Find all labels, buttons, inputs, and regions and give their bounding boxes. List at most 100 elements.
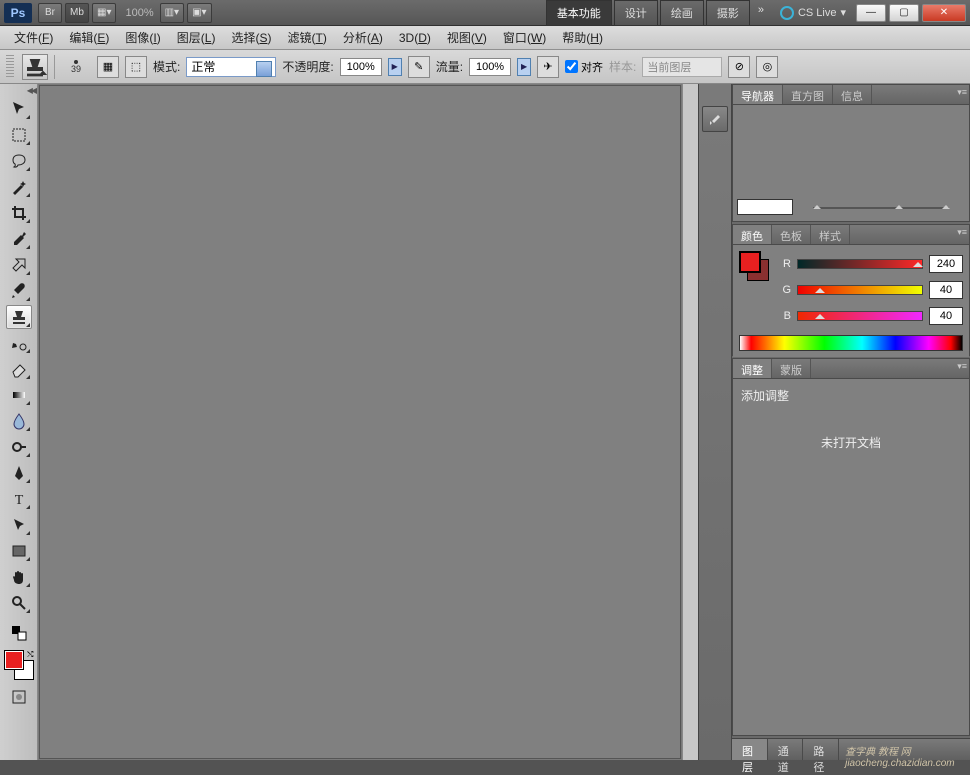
minibridge-button[interactable]: Mb: [65, 3, 89, 23]
tab-info[interactable]: 信息: [833, 85, 872, 104]
dodge-tool[interactable]: [6, 435, 32, 459]
swap-colors-icon[interactable]: ⤭: [27, 650, 33, 660]
navigator-panel-menu[interactable]: ▾≡: [957, 87, 967, 98]
g-slider[interactable]: [797, 285, 923, 295]
hand-tool[interactable]: [6, 565, 32, 589]
close-button[interactable]: ✕: [922, 4, 966, 22]
history-brush-tool[interactable]: [6, 331, 32, 355]
color-spectrum[interactable]: [739, 335, 963, 351]
toggle-clone-panel[interactable]: ⬚: [125, 56, 147, 78]
opacity-pressure-button[interactable]: ✎: [408, 56, 430, 78]
arrange-docs-button[interactable]: ▥▾: [160, 3, 184, 23]
tab-channels[interactable]: 通道: [768, 739, 804, 760]
g-value[interactable]: 40: [929, 281, 963, 299]
history-panel-icon[interactable]: [702, 106, 728, 132]
screen-mode-button[interactable]: ▣▾: [187, 3, 211, 23]
gradient-tool[interactable]: [6, 383, 32, 407]
type-tool[interactable]: T: [6, 487, 32, 511]
tab-adjustments[interactable]: 调整: [733, 359, 772, 378]
tab-swatches[interactable]: 色板: [772, 225, 811, 244]
default-colors[interactable]: [6, 621, 32, 645]
ignore-adjustment-button[interactable]: ⊘: [728, 56, 750, 78]
opacity-input[interactable]: 100%: [340, 58, 382, 76]
menu-analysis[interactable]: 分析(A): [335, 26, 391, 49]
tab-navigator[interactable]: 导航器: [733, 85, 783, 104]
workspace-more[interactable]: »: [752, 0, 770, 26]
airbrush-button[interactable]: ✈: [537, 56, 559, 78]
menu-select[interactable]: 选择(S): [223, 26, 279, 49]
r-value[interactable]: 240: [929, 255, 963, 273]
toggle-brushes-panel[interactable]: ▦: [97, 56, 119, 78]
options-grip[interactable]: [6, 55, 14, 79]
color-panel-menu[interactable]: ▾≡: [957, 227, 967, 238]
workspace-essentials[interactable]: 基本功能: [546, 0, 612, 26]
menu-filter[interactable]: 滤镜(T): [279, 26, 334, 49]
shape-tool[interactable]: [6, 539, 32, 563]
panel-fg-color[interactable]: [739, 251, 761, 273]
aligned-check[interactable]: [565, 60, 578, 73]
brush-preset-picker[interactable]: 39: [61, 54, 91, 80]
menu-view[interactable]: 视图(V): [439, 26, 495, 49]
flow-input[interactable]: 100%: [469, 58, 511, 76]
zoom-in-icon[interactable]: [942, 201, 950, 209]
path-select-tool[interactable]: [6, 513, 32, 537]
canvas[interactable]: [39, 85, 681, 759]
vertical-scrollbar[interactable]: [682, 84, 698, 760]
menu-image[interactable]: 图像(I): [117, 26, 168, 49]
wand-tool[interactable]: [6, 175, 32, 199]
menu-layer[interactable]: 图层(L): [169, 26, 224, 49]
pressure-size-button[interactable]: ◎: [756, 56, 778, 78]
color-swatch-pair[interactable]: [739, 251, 769, 281]
menu-window[interactable]: 窗口(W): [495, 26, 554, 49]
navigator-zoom-slider[interactable]: [813, 205, 949, 211]
zoom-display[interactable]: 100%: [125, 7, 153, 19]
view-extras-button[interactable]: ▦▾: [92, 3, 116, 23]
zoom-out-icon[interactable]: [813, 201, 821, 209]
menu-help[interactable]: 帮助(H): [554, 26, 611, 49]
crop-tool[interactable]: [6, 201, 32, 225]
menu-3d[interactable]: 3D(D): [391, 28, 439, 48]
eyedropper-tool[interactable]: [6, 227, 32, 251]
flow-flyout[interactable]: ▶: [517, 58, 531, 76]
brush-tool[interactable]: [6, 279, 32, 303]
workspace-photography[interactable]: 摄影: [706, 0, 750, 26]
b-slider[interactable]: [797, 311, 923, 321]
bridge-button[interactable]: Br: [38, 3, 62, 23]
menu-edit[interactable]: 编辑(E): [61, 26, 117, 49]
adjustments-panel-menu[interactable]: ▾≡: [957, 361, 967, 372]
aligned-checkbox[interactable]: 对齐: [565, 59, 603, 75]
zoom-tool[interactable]: [6, 591, 32, 615]
minimize-button[interactable]: —: [856, 4, 886, 22]
workspace-design[interactable]: 设计: [614, 0, 658, 26]
maximize-button[interactable]: ▢: [889, 4, 919, 22]
color-swatches[interactable]: ⤭: [4, 650, 34, 680]
tab-histogram[interactable]: 直方图: [783, 85, 833, 104]
cslive-button[interactable]: CS Live ▾: [780, 6, 846, 20]
tab-color[interactable]: 颜色: [733, 225, 772, 244]
r-slider[interactable]: [797, 259, 923, 269]
menu-file[interactable]: 文件(F): [6, 26, 61, 49]
marquee-tool[interactable]: [6, 123, 32, 147]
foreground-color[interactable]: [4, 650, 24, 670]
current-tool-preset[interactable]: [22, 54, 48, 80]
move-tool[interactable]: [6, 97, 32, 121]
navigator-zoom-input[interactable]: [737, 199, 793, 215]
blend-mode-select[interactable]: 正常: [186, 57, 276, 77]
tab-styles[interactable]: 样式: [811, 225, 850, 244]
healing-tool[interactable]: [6, 253, 32, 277]
opacity-flyout[interactable]: ▶: [388, 58, 402, 76]
eraser-tool[interactable]: [6, 357, 32, 381]
quickmask-toggle[interactable]: [6, 685, 32, 709]
workspace-painting[interactable]: 绘画: [660, 0, 704, 26]
pen-tool[interactable]: [6, 461, 32, 485]
tab-masks[interactable]: 蒙版: [772, 359, 811, 378]
sample-select[interactable]: 当前图层: [642, 57, 722, 77]
b-value[interactable]: 40: [929, 307, 963, 325]
tab-layers[interactable]: 图层: [732, 739, 768, 760]
blur-tool[interactable]: [6, 409, 32, 433]
stamp-tool[interactable]: [6, 305, 32, 329]
tab-paths[interactable]: 路径: [803, 739, 839, 760]
zoom-slider-thumb[interactable]: [895, 201, 903, 209]
toolbox-collapse[interactable]: ◀◀: [0, 86, 37, 96]
lasso-tool[interactable]: [6, 149, 32, 173]
